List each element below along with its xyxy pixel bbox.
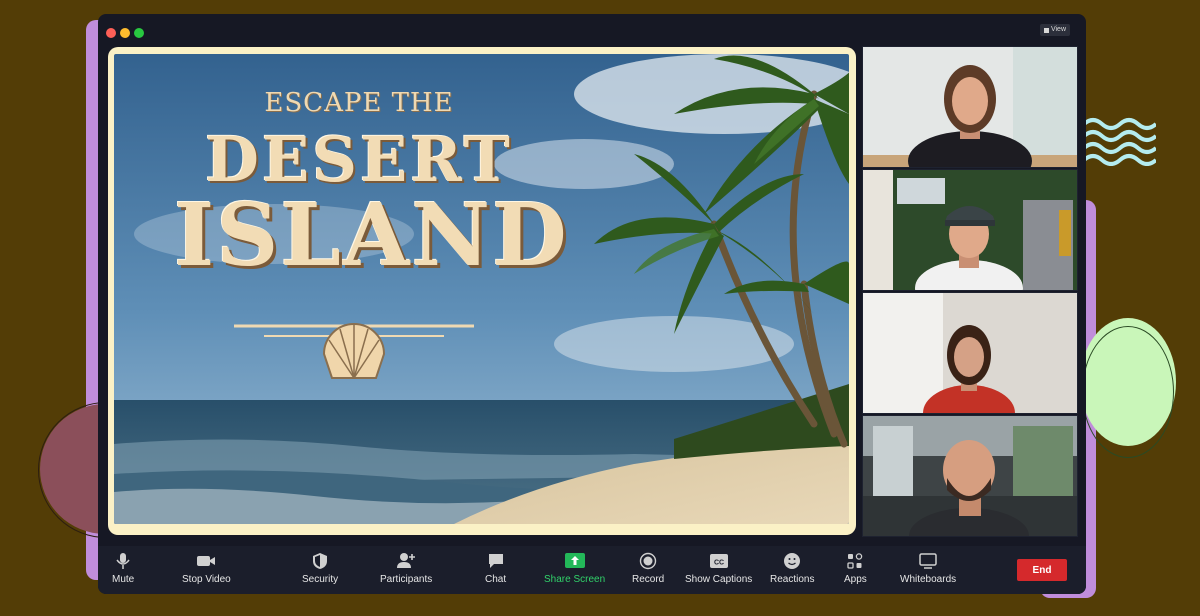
- security-button[interactable]: Security: [302, 552, 338, 592]
- chat-label: Chat: [485, 574, 507, 585]
- participant-tile[interactable]: [862, 292, 1078, 414]
- security-label: Security: [302, 574, 339, 585]
- decorative-circle-outline: [1082, 326, 1174, 458]
- apps-grid-icon: [847, 553, 863, 569]
- people-add-icon: [397, 553, 416, 568]
- share-screen-label: Share Screen: [544, 574, 606, 585]
- closed-captions-icon: CC: [709, 554, 728, 568]
- shared-screen: ESCAPE THE DESERT ISLAND: [114, 54, 849, 524]
- microphone-icon: [116, 553, 130, 569]
- mute-button[interactable]: Mute: [112, 552, 134, 592]
- participant-tile[interactable]: [862, 169, 1078, 291]
- record-button[interactable]: Record: [632, 552, 664, 592]
- shield-icon: [313, 553, 328, 569]
- record-label: Record: [632, 574, 665, 585]
- share-screen-button[interactable]: Share Screen: [544, 552, 605, 592]
- close-window-button[interactable]: [106, 28, 116, 38]
- participants-button[interactable]: Participants: [380, 552, 432, 592]
- apps-button[interactable]: Apps: [844, 552, 867, 592]
- meeting-toolbar: Mute Stop Video Security Participants Ch…: [98, 546, 1086, 594]
- show-captions-label: Show Captions: [685, 574, 753, 585]
- view-button-label: View: [1050, 26, 1066, 33]
- stop-video-label: Stop Video: [182, 574, 231, 585]
- maximize-window-button[interactable]: [134, 28, 144, 38]
- whiteboards-button[interactable]: Whiteboards: [900, 552, 956, 592]
- title-line-escape: ESCAPE THE: [264, 88, 454, 118]
- meeting-window: View ESCAPE THE DESERT ISLAND Mute Stop …: [98, 14, 1086, 594]
- participant-tile[interactable]: [862, 415, 1078, 537]
- participant-video-2: [863, 170, 1077, 290]
- mute-label: Mute: [112, 574, 135, 585]
- share-screen-icon: [564, 553, 585, 568]
- chat-button[interactable]: Chat: [485, 552, 506, 592]
- apps-label: Apps: [844, 574, 867, 585]
- stop-video-button[interactable]: Stop Video: [182, 552, 231, 592]
- reactions-label: Reactions: [770, 574, 815, 585]
- view-button[interactable]: View: [1039, 24, 1070, 36]
- participant-video-3: [863, 293, 1077, 413]
- reactions-button[interactable]: Reactions: [770, 552, 814, 592]
- show-captions-button[interactable]: CC Show Captions: [685, 552, 752, 592]
- participant-tile[interactable]: [862, 46, 1078, 168]
- title-line-island: ISLAND: [174, 185, 569, 286]
- participants-label: Participants: [380, 574, 433, 585]
- participant-video-4: [863, 416, 1077, 536]
- end-meeting-button[interactable]: End: [1017, 559, 1067, 581]
- whiteboards-label: Whiteboards: [900, 574, 957, 585]
- record-icon: [639, 552, 657, 570]
- decorative-waves-icon: [1082, 118, 1156, 166]
- shared-title: ESCAPE THE DESERT ISLAND: [174, 88, 569, 286]
- video-camera-icon: [197, 556, 216, 566]
- minimize-window-button[interactable]: [120, 28, 130, 38]
- whiteboard-icon: [919, 553, 937, 569]
- svg-text:CC: CC: [714, 560, 724, 567]
- smiley-icon: [784, 553, 801, 569]
- chat-bubble-icon: [488, 554, 503, 568]
- participant-video-1: [863, 47, 1077, 167]
- grid-view-icon: [1043, 27, 1049, 33]
